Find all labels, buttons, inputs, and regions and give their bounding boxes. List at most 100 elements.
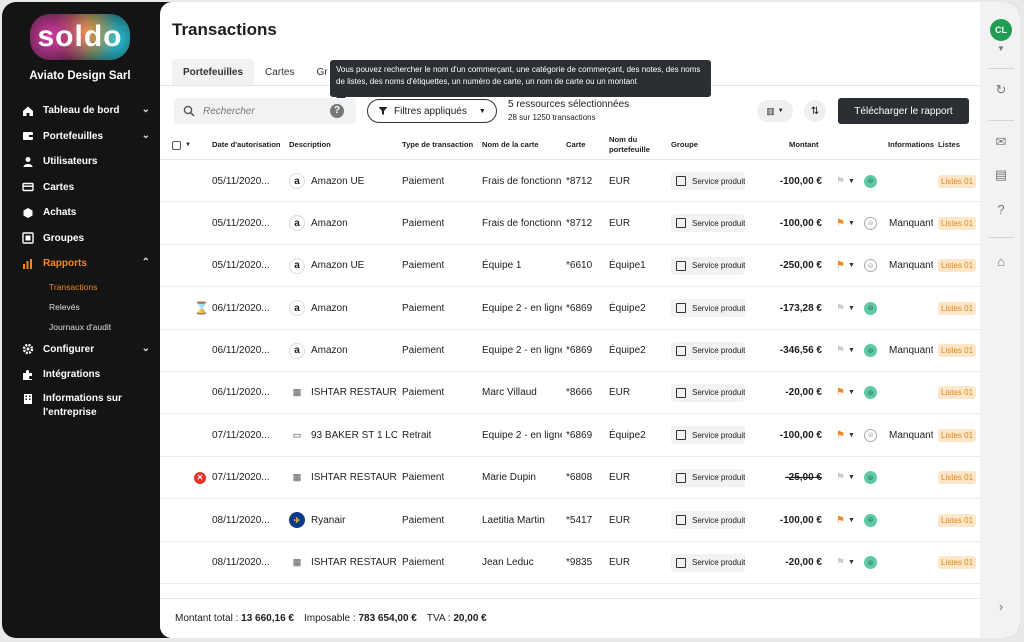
row-merchant[interactable]: a Amazon [289,330,397,372]
flag-icon[interactable]: ⚑ [836,472,845,483]
download-report-button[interactable]: Télécharger le rapport [838,98,969,124]
col-card[interactable]: Carte [566,130,585,160]
receipt-icon[interactable]: ⊜ [864,259,877,273]
flag-menu[interactable]: ⚑ ▼ [836,160,855,202]
sidebar-subitem-audit-logs[interactable]: Journaux d'audit [2,317,158,337]
row-receipt[interactable]: ⊜ [864,414,877,456]
flag-menu[interactable]: ⚑ ▼ [836,372,855,414]
chevron-down-icon[interactable]: ▼ [848,220,855,227]
chevron-down-icon[interactable]: ▼ [848,517,855,524]
receipt-icon[interactable]: ⊜ [864,174,877,188]
sidebar-subitem-statements[interactable]: Relevés [2,297,158,317]
row-list[interactable]: Listes 01 [938,245,977,287]
list-badge[interactable]: Listes 01 [938,556,977,570]
list-badge[interactable]: Listes 01 [938,259,977,273]
table-row[interactable]: 05/11/2020... a Amazon UE Paiement Équipe 1 *… [160,245,980,288]
receipt-icon[interactable]: ⊜ [864,513,877,527]
table-row[interactable]: ⌛ 06/11/2020... a Amazon Paiement Equipe 2 - … [160,287,980,330]
flag-icon[interactable]: ⚑ [836,345,845,356]
search-input[interactable] [203,105,323,117]
table-row[interactable]: 06/11/2020... a Amazon Paiement Equipe 2 - e… [160,330,980,372]
sort-button[interactable]: ⇅ [804,100,826,122]
table-row[interactable]: ✕ 07/11/2020... ▦ ISHTAR RESTAURANT Paiement… [160,457,980,500]
chevron-down-icon[interactable]: ▼ [848,262,855,269]
list-badge[interactable]: Listes 01 [938,216,977,230]
flag-menu[interactable]: ⚑ ▼ [836,245,855,287]
mail-icon[interactable]: ✉ [992,134,1010,150]
flag-menu[interactable]: ⚑ ▼ [836,287,855,329]
flag-menu[interactable]: ⚑ ▼ [836,499,855,541]
chevron-down-icon[interactable]: ▼ [848,178,855,185]
table-row[interactable]: 07/11/2020... ▭ 93 BAKER ST 1 LONDON Retrai… [160,414,980,457]
list-badge[interactable]: Listes 01 [938,301,977,315]
flag-icon[interactable]: ⚑ [836,515,845,526]
tab-cards[interactable]: Cartes [254,59,305,85]
row-receipt[interactable]: ⊜ [864,160,877,202]
row-receipt[interactable]: ⊜ [864,542,877,584]
chevron-down-icon[interactable]: ▼ [848,347,855,354]
list-badge[interactable]: Listes 01 [938,344,977,358]
sidebar-item-company-info[interactable]: Informations sur l'entreprise [2,388,158,420]
sidebar-item-dashboard[interactable]: Tableau de bord ⌄ [2,98,158,124]
col-date[interactable]: Date d'autorisation [212,130,280,160]
table-row[interactable]: 08/11/2020... ▦ ISHTAR RESTAURANT Paiement J… [160,542,980,584]
chevron-down-icon[interactable]: ▼ [848,305,855,312]
list-badge[interactable]: Listes 01 [938,386,977,400]
tab-wallets[interactable]: Portefeuilles [172,59,255,85]
row-merchant[interactable]: ▭ 93 BAKER ST 1 LONDON [289,414,397,456]
col-info[interactable]: Informations [888,130,934,160]
row-list[interactable]: Listes 01 [938,457,977,499]
receipt-icon[interactable]: ⊜ [864,216,877,230]
sidebar-item-reports[interactable]: Rapports ⌃ [2,251,158,277]
receipt-icon[interactable]: ⊜ [864,471,877,485]
row-receipt[interactable]: ⊜ [864,245,877,287]
flag-icon[interactable]: ⚑ [836,387,845,398]
select-all-checkbox[interactable] [172,140,181,150]
chevron-down-icon[interactable]: ▼ [185,140,191,150]
row-merchant[interactable]: ▦ ISHTAR RESTAURANT [289,372,397,414]
row-list[interactable]: Listes 01 [938,330,977,372]
receipt-icon[interactable]: ⊜ [864,386,877,400]
col-type[interactable]: Type de transaction [402,130,473,160]
refresh-icon[interactable]: ↻ [992,82,1010,98]
row-receipt[interactable]: ⊜ [864,499,877,541]
chevron-down-icon[interactable]: ▼ [848,474,855,481]
flag-icon[interactable]: ⚑ [836,430,845,441]
receipt-icon[interactable]: ⊜ [864,556,877,570]
sidebar-item-wallets[interactable]: Portefeuilles ⌄ [2,124,158,150]
sidebar-item-integrations[interactable]: Intégrations [2,362,158,388]
receipt-icon[interactable]: ⊜ [864,344,877,358]
flag-menu[interactable]: ⚑ ▼ [836,414,855,456]
sidebar-item-configure[interactable]: Configurer ⌄ [2,337,158,363]
row-list[interactable]: Listes 01 [938,202,977,244]
sidebar-subitem-transactions[interactable]: Transactions [2,277,158,297]
sidebar-item-users[interactable]: Utilisateurs [2,149,158,175]
row-list[interactable]: Listes 01 [938,160,977,202]
columns-button[interactable]: ▥ ▼ [757,100,793,122]
col-card-name[interactable]: Nom de la carte [482,130,539,160]
avatar[interactable]: CL [990,19,1012,41]
list-badge[interactable]: Listes 01 [938,471,977,485]
flag-icon[interactable]: ⚑ [836,303,845,314]
chevron-down-icon[interactable]: ▼ [848,389,855,396]
col-lists[interactable]: Listes [938,130,960,160]
flag-menu[interactable]: ⚑ ▼ [836,330,855,372]
chat-icon[interactable]: ▤ [992,167,1010,183]
row-list[interactable]: Listes 01 [938,287,977,329]
chevron-right-icon[interactable]: › [992,599,1010,615]
receipt-icon[interactable]: ⊜ [864,301,877,315]
row-list[interactable]: Listes 01 [938,414,977,456]
soldo-logo[interactable]: soldo [30,14,130,60]
table-row[interactable]: 05/11/2020... a Amazon UE Paiement Frais de … [160,160,980,203]
row-receipt[interactable]: ⊜ [864,202,877,244]
sidebar-item-purchases[interactable]: Achats [2,200,158,226]
row-merchant[interactable]: a Amazon UE [289,160,397,202]
select-all[interactable]: ▼ [172,130,191,160]
sidebar-item-groups[interactable]: Groupes [2,226,158,252]
chevron-down-icon[interactable]: ▼ [848,559,855,566]
flag-icon[interactable]: ⚑ [836,260,845,271]
row-merchant[interactable]: ▦ ISHTAR RESTAURANT [289,542,397,584]
row-list[interactable]: Listes 01 [938,542,977,584]
flag-icon[interactable]: ⚑ [836,218,845,229]
flag-icon[interactable]: ⚑ [836,176,845,187]
